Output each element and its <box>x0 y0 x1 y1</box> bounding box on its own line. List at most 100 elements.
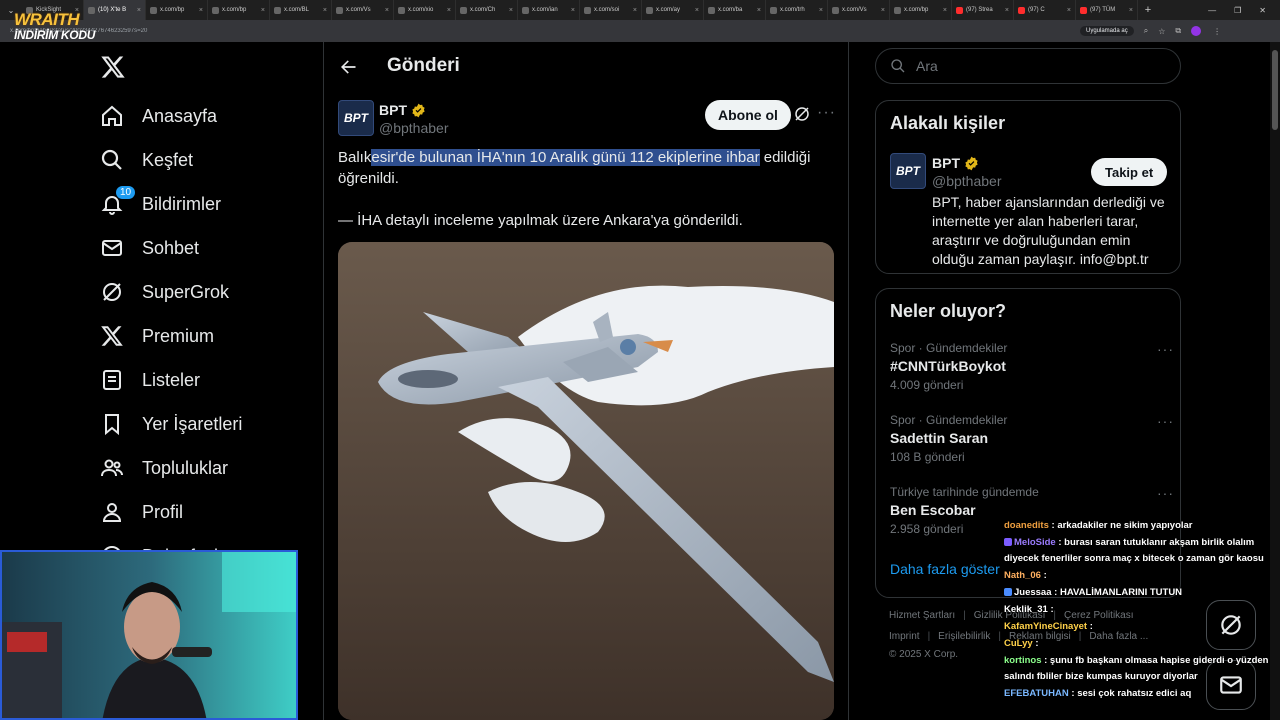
close-window-icon[interactable]: ✕ <box>1259 6 1266 15</box>
verified-badge-icon <box>412 103 425 117</box>
nav-item-x-logo[interactable]: Premium <box>100 314 214 358</box>
minimize-icon[interactable]: — <box>1208 6 1216 15</box>
tab-close-icon[interactable]: × <box>881 7 885 14</box>
related-handle[interactable]: @bpthaber <box>932 173 1001 189</box>
new-tab-icon[interactable]: + <box>1138 4 1158 16</box>
browser-tab[interactable]: (97) Strea × <box>952 0 1014 20</box>
profile-avatar[interactable] <box>1191 26 1202 36</box>
star-icon[interactable]: ☆ <box>1158 27 1165 36</box>
trend-item[interactable]: Spor · Gündemdekiler #CNNTürkBoykot 4.009 … <box>890 341 1174 392</box>
tab-favicon-icon <box>1018 6 1025 14</box>
tab-close-icon[interactable]: × <box>757 7 761 14</box>
author-name-row[interactable]: BPT <box>379 102 426 118</box>
tab-favicon-icon <box>646 6 653 14</box>
browser-tab[interactable]: x.com/Vs × <box>828 0 890 20</box>
grok-icon[interactable] <box>793 105 811 123</box>
author-name[interactable]: BPT <box>379 102 407 118</box>
nav-item-home[interactable]: Anasayfa <box>100 94 217 138</box>
subscribe-button[interactable]: Abone ol <box>705 100 791 130</box>
window-controls: — ❐ ✕ <box>1208 0 1280 20</box>
nav-item-list[interactable]: Listeler <box>100 358 200 402</box>
browser-tab[interactable]: (97) TÜM × <box>1076 0 1138 20</box>
open-in-app-pill[interactable]: Uygulamada aç <box>1080 26 1134 36</box>
x-logo-icon[interactable] <box>100 54 126 80</box>
browser-tab[interactable]: x.com/bp × <box>890 0 952 20</box>
author-avatar[interactable]: BPT <box>338 100 374 136</box>
related-name-row[interactable]: BPT <box>932 155 979 171</box>
tab-close-icon[interactable]: × <box>1129 7 1133 14</box>
tab-close-icon[interactable]: × <box>323 7 327 14</box>
browser-tab[interactable]: x.com/ian × <box>518 0 580 20</box>
nav-item-people[interactable]: Topluluklar <box>100 446 228 490</box>
extensions-icon[interactable]: ⧉ <box>1175 26 1181 36</box>
nav-item-bookmark[interactable]: Yer İşaretleri <box>100 402 242 446</box>
nav-item-person[interactable]: Profil <box>100 490 183 534</box>
post-text-selected: esir'de bulunan İHA'nın 10 Aralık günü 1… <box>371 149 760 166</box>
nav-item-label: Keşfet <box>142 149 194 170</box>
browser-tab[interactable]: x.com/ba × <box>704 0 766 20</box>
browser-tab[interactable]: x.com/trh × <box>766 0 828 20</box>
show-more-link[interactable]: Daha fazla göster <box>890 561 1000 577</box>
footer-link[interactable]: Imprint <box>889 631 920 642</box>
chat-text: : <box>1035 638 1039 649</box>
post-image-drone[interactable] <box>338 242 834 720</box>
browser-tab[interactable]: x.com/BL × <box>270 0 332 20</box>
browser-tab[interactable]: x.com/Ch × <box>456 0 518 20</box>
trend-more-icon[interactable]: ··· <box>1157 341 1174 357</box>
tab-close-icon[interactable]: × <box>199 7 203 14</box>
search-box[interactable]: Ara <box>875 48 1181 84</box>
related-avatar[interactable]: BPT <box>890 153 926 189</box>
trend-item[interactable]: Spor · Gündemdekiler Sadettin Saran 108 B … <box>890 413 1174 464</box>
footer-link[interactable]: Erişilebilirlik <box>938 631 990 642</box>
tab-close-icon[interactable]: × <box>1005 7 1009 14</box>
more-options-icon[interactable]: ··· <box>817 104 836 122</box>
chat-badge-icon <box>1004 538 1012 547</box>
trend-more-icon[interactable]: ··· <box>1157 413 1174 429</box>
tab-close-icon[interactable]: × <box>571 7 575 14</box>
browser-tab[interactable]: x.com/bp × <box>146 0 208 20</box>
tab-favicon-icon <box>460 6 467 14</box>
scrollbar-thumb[interactable] <box>1272 50 1278 130</box>
tab-close-icon[interactable]: × <box>943 7 947 14</box>
related-name[interactable]: BPT <box>932 155 960 171</box>
restore-icon[interactable]: ❐ <box>1234 6 1241 15</box>
browser-tab[interactable]: x.com/soi × <box>580 0 642 20</box>
tab-close-icon[interactable]: × <box>509 7 513 14</box>
tab-close-icon[interactable]: × <box>137 7 141 14</box>
browser-tab[interactable]: x.com/ay × <box>642 0 704 20</box>
nav-item-mail[interactable]: Sohbet <box>100 226 199 270</box>
url-field[interactable]: x.com/bpthaber/status/200234427674623259… <box>10 28 1080 34</box>
tab-close-icon[interactable]: × <box>695 7 699 14</box>
browser-tab[interactable]: x.com/Vs × <box>332 0 394 20</box>
footer-separator: | <box>927 631 931 642</box>
browser-tab[interactable]: x.com/bp × <box>208 0 270 20</box>
footer-link[interactable]: Hizmet Şartları <box>889 610 955 621</box>
back-arrow-icon[interactable] <box>338 57 358 77</box>
browser-menu-icon[interactable]: ⋮ <box>1213 27 1221 36</box>
people-icon <box>101 459 123 477</box>
chat-message: Keklik_31 : <box>1004 602 1270 618</box>
tab-close-icon[interactable]: × <box>633 7 637 14</box>
nav-item-bell[interactable]: Bildirimler 10 <box>100 182 221 226</box>
chat-text: : <box>1050 604 1054 615</box>
chat-message: CuLyy : <box>1004 636 1270 652</box>
nav-item-grok[interactable]: SuperGrok <box>100 270 229 314</box>
trend-more-icon[interactable]: ··· <box>1157 485 1174 501</box>
nav-item-search[interactable]: Keşfet <box>100 138 193 182</box>
tab-close-icon[interactable]: × <box>385 7 389 14</box>
browser-tab[interactable]: (97) C × <box>1014 0 1076 20</box>
page-scrollbar[interactable] <box>1270 42 1280 720</box>
tab-title: x.com/ba <box>718 7 743 13</box>
chat-message: kortinos : şunu fb başkanı olmasa hapise… <box>1004 653 1270 685</box>
tab-close-icon[interactable]: × <box>447 7 451 14</box>
chat-message: EFEBATUHAN : sesi çok rahatsız edici aq <box>1004 686 1270 702</box>
browser-tab-bar: ⌄ KickSight × (10) X'te B × x.com/bp × x.com/bp… <box>0 0 1280 20</box>
tab-title: x.com/BL <box>284 7 310 13</box>
tab-close-icon[interactable]: × <box>261 7 265 14</box>
author-handle[interactable]: @bpthaber <box>379 120 448 136</box>
zoom-icon[interactable]: ⌕ <box>1144 26 1148 36</box>
tab-close-icon[interactable]: × <box>1067 7 1071 14</box>
tab-close-icon[interactable]: × <box>819 7 823 14</box>
browser-tab[interactable]: x.com/xio × <box>394 0 456 20</box>
follow-button[interactable]: Takip et <box>1091 158 1168 186</box>
